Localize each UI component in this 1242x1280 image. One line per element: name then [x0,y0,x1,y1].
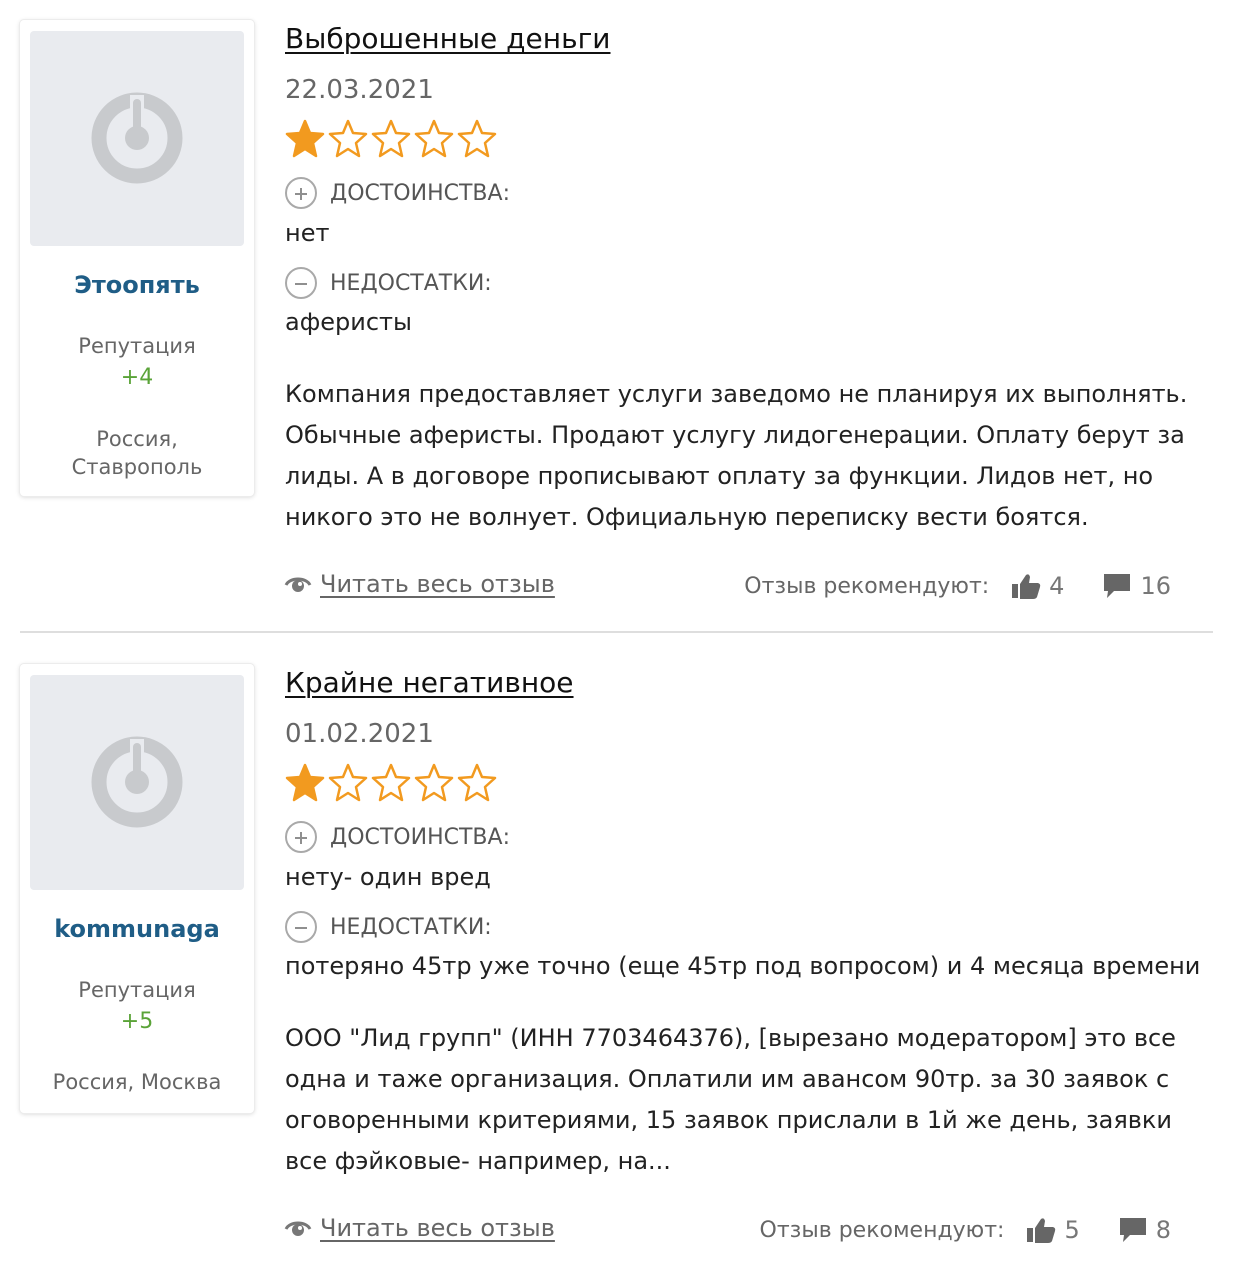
pros-heading: ДОСТОИНСТВА: [285,821,510,853]
plus-icon [285,177,317,209]
author-location: Россия, Москва [52,1070,222,1094]
reputation-value: +4 [120,365,154,390]
avatar[interactable] [30,31,244,246]
review-divider [20,631,1213,633]
minus-icon [285,267,317,299]
minus-icon [285,911,317,943]
star-filled-icon [285,119,325,158]
pros-label: ДОСТОИНСТВА: [330,180,510,206]
reputation-label: Репутация [78,978,196,1002]
star-empty-icon [371,763,411,802]
pros-text: нет [285,219,330,247]
review-title[interactable]: Крайне негативное [285,666,574,699]
rating-stars [284,762,499,802]
recommend-block: Отзыв рекомендуют: 5 8 [760,1216,1171,1244]
read-full-review-link[interactable]: Читать весь отзыв [284,570,555,598]
likes-count: 5 [1064,1216,1080,1244]
cons-heading: НЕДОСТАТКИ: [285,267,492,299]
author-name[interactable]: kommunaga [20,915,254,943]
likes-count: 4 [1049,572,1065,600]
avatar[interactable] [30,675,244,890]
comment-icon[interactable] [1118,1216,1148,1244]
reputation-label: Репутация [78,334,196,358]
recommend-label: Отзыв рекомендуют: [744,573,990,599]
review-text: Компания предоставляет услуги заведомо н… [285,380,1188,531]
pros-heading: ДОСТОИНСТВА: [285,177,510,209]
author-card: Этоопять Репутация +4 Россия, Ставрополь [20,20,254,496]
review-text: ООО "Лид групп" (ИНН 7703464376), [вырез… [285,1024,1176,1175]
cons-text: потеряно 45тр уже точно (еще 45тр под во… [285,952,1201,980]
review-item: Этоопять Репутация +4 Россия, Ставрополь… [0,0,1242,644]
star-empty-icon [457,763,497,802]
pros-label: ДОСТОИНСТВА: [330,824,510,850]
recommend-label: Отзыв рекомендуют: [759,1217,1005,1243]
read-full-review-link[interactable]: Читать весь отзыв [284,1214,555,1242]
author-name[interactable]: Этоопять [20,271,254,299]
thumbs-up-icon[interactable] [1011,572,1041,600]
default-avatar-icon [91,92,183,184]
rating-stars [284,118,499,158]
cons-heading: НЕДОСТАТКИ: [285,911,492,943]
comments-count: 8 [1155,1216,1171,1244]
default-avatar-icon [91,736,183,828]
read-full-review-label[interactable]: Читать весь отзыв [320,570,555,598]
comments-count: 16 [1140,572,1171,600]
recommend-block: Отзыв рекомендуют: 4 16 [744,572,1171,600]
author-location: Россия, Ставрополь [71,427,203,479]
star-empty-icon [328,763,368,802]
review-title[interactable]: Выброшенные деньги [285,22,611,55]
star-empty-icon [414,119,454,158]
review-date: 01.02.2021 [285,719,434,749]
thumbs-up-icon[interactable] [1026,1216,1056,1244]
pros-text: нету- один вред [285,863,491,891]
star-empty-icon [328,119,368,158]
eye-icon [284,1221,312,1236]
cons-text: аферисты [285,308,412,336]
star-empty-icon [457,119,497,158]
comment-icon[interactable] [1102,572,1132,600]
cons-label: НЕДОСТАТКИ: [330,914,492,940]
author-card: kommunaga Репутация +5 Россия, Москва [20,664,254,1113]
eye-icon [284,577,312,592]
review-date: 22.03.2021 [285,75,434,105]
plus-icon [285,821,317,853]
star-filled-icon [285,763,325,802]
star-empty-icon [371,119,411,158]
read-full-review-label[interactable]: Читать весь отзыв [320,1214,555,1242]
cons-label: НЕДОСТАТКИ: [330,270,492,296]
star-empty-icon [414,763,454,802]
reputation-value: +5 [120,1009,154,1034]
review-item: kommunaga Репутация +5 Россия, Москва Кр… [0,644,1242,1280]
